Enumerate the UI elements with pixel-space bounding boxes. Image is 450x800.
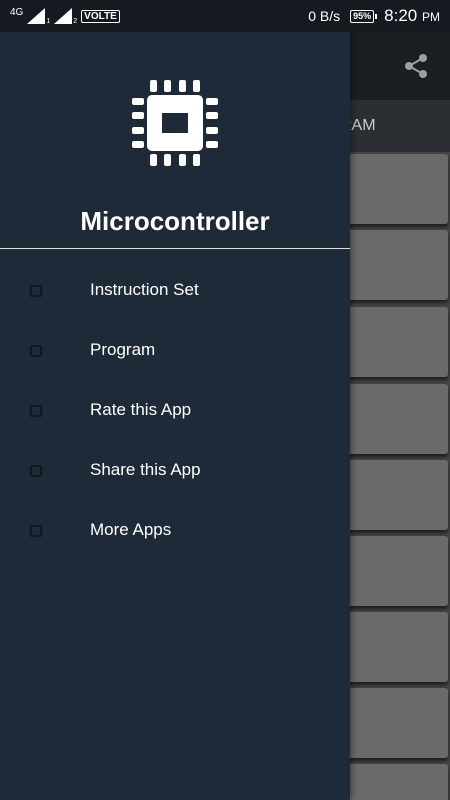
network-type: 4G (10, 6, 24, 18)
share-icon[interactable] (402, 52, 430, 80)
drawer-header: Microcontroller (0, 32, 350, 248)
menu-label: Instruction Set (90, 280, 199, 299)
status-left: 4G 1 2 VOLTE (10, 5, 120, 27)
app-title: Microcontroller (80, 206, 270, 236)
sim1-label: 1 (46, 17, 51, 25)
menu-item-instruction-set[interactable]: Instruction Set (0, 261, 350, 321)
menu-item-rate-app[interactable]: Rate this App (0, 381, 350, 441)
signal-sim1-icon (27, 8, 46, 24)
menu-item-share-app[interactable]: Share this App (0, 441, 350, 501)
volte-badge: VOLTE (81, 9, 120, 23)
menu-label: Share this App (90, 460, 201, 479)
menu-item-more-apps[interactable]: More Apps (0, 501, 350, 561)
menu-label: More Apps (90, 520, 172, 539)
status-bar: 4G 1 2 VOLTE 0 B/s 95% 8:20 PM (0, 0, 450, 32)
signal-sim2-icon (54, 8, 73, 24)
microchip-icon (29, 344, 43, 358)
menu-item-program[interactable]: Program (0, 321, 350, 381)
battery-icon: 95% (350, 9, 378, 23)
drawer-divider (0, 248, 350, 249)
clock-time: 8:20 (384, 6, 418, 25)
microchip-icon (29, 404, 43, 418)
clock: 8:20 PM (384, 6, 440, 26)
navigation-drawer: Microcontroller Instruction Set Program … (0, 32, 350, 800)
status-right: 0 B/s 95% 8:20 PM (308, 0, 440, 32)
microchip-icon (29, 524, 43, 538)
clock-ampm: PM (422, 10, 440, 24)
microchip-icon (29, 464, 43, 478)
microchip-icon (29, 284, 43, 298)
microchip-icon (130, 78, 220, 168)
menu-label: Rate this App (90, 400, 192, 419)
sim2-label: 2 (73, 17, 78, 25)
data-speed: 0 B/s (308, 8, 341, 24)
menu-label: Program (90, 340, 156, 359)
